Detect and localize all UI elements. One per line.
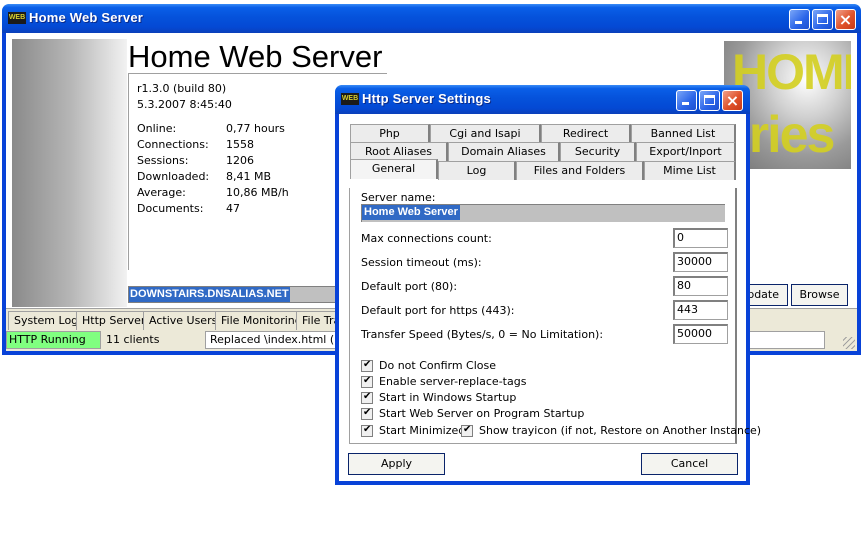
server-name-value: Home Web Server — [362, 205, 460, 220]
tab-banned-list[interactable]: Banned List — [631, 124, 736, 143]
app-heading: Home Web Server — [128, 39, 383, 74]
checkbox-label: Enable server-replace-tags — [379, 375, 527, 388]
minimize-icon — [682, 102, 689, 105]
checkbox-enable-replace-tags[interactable] — [361, 375, 373, 388]
maximize-icon — [704, 95, 715, 105]
datetime-text: 5.3.2007 8:45:40 — [137, 98, 232, 111]
stat-value: 10,86 MB/h — [226, 186, 289, 199]
tab-domain-aliases[interactable]: Domain Aliases — [448, 142, 560, 161]
tab-active-users[interactable]: Active Users — [143, 311, 224, 330]
tab-security[interactable]: Security — [560, 142, 636, 161]
dialog-minimize-button[interactable] — [676, 90, 697, 111]
checkbox-label: Do not Confirm Close — [379, 359, 497, 372]
maximize-button[interactable] — [812, 9, 833, 30]
stat-value: 47 — [226, 202, 240, 215]
stat-label: Downloaded: — [137, 170, 210, 183]
main-window-title: Home Web Server — [29, 10, 144, 25]
minimize-button[interactable] — [789, 9, 810, 30]
session-timeout-input[interactable]: 30000 — [673, 252, 728, 272]
server-name-label: Server name: — [361, 191, 436, 204]
dialog-close-button[interactable]: × — [722, 90, 743, 111]
version-text: r1.3.0 (build 80) — [137, 82, 227, 95]
dialog-titlebar[interactable]: WEB Http Server Settings × — [335, 85, 750, 114]
checkbox-label: Start in Windows Startup — [379, 391, 517, 404]
transfer-speed-input[interactable]: 50000 — [673, 324, 728, 344]
tab-mime-list[interactable]: Mime List — [644, 161, 736, 180]
close-icon: × — [838, 10, 853, 29]
tab-files-folders[interactable]: Files and Folders — [516, 161, 644, 180]
field-label: Transfer Speed (Bytes/s, 0 = No Limitati… — [361, 328, 604, 341]
tab-general[interactable]: General — [350, 159, 438, 179]
cancel-button[interactable]: Cancel — [641, 453, 738, 475]
maximize-icon — [817, 14, 828, 24]
field-label: Session timeout (ms): — [361, 256, 482, 269]
stat-label: Average: — [137, 186, 186, 199]
tab-http-server[interactable]: Http Server — [76, 311, 152, 330]
tab-cgi-isapi[interactable]: Cgi and Isapi — [430, 124, 541, 143]
tab-export-inport[interactable]: Export/Inport — [636, 142, 736, 161]
checkbox-start-on-program-startup[interactable] — [361, 407, 373, 420]
http-settings-dialog: WEB Http Server Settings × Php Cgi and I… — [335, 85, 761, 485]
default-port-input[interactable]: 80 — [673, 276, 728, 296]
stat-label: Documents: — [137, 202, 204, 215]
stat-value: 0,77 hours — [226, 122, 285, 135]
checkbox-label: Show trayicon (if not, Restore on Anothe… — [479, 424, 762, 437]
checkbox-windows-startup[interactable] — [361, 391, 373, 404]
close-button[interactable]: × — [835, 9, 856, 30]
gradient-side-panel — [12, 39, 127, 307]
close-icon: × — [725, 91, 740, 110]
tab-php[interactable]: Php — [350, 124, 430, 143]
browse-button[interactable]: Browse — [791, 284, 848, 306]
dialog-app-icon: WEB — [341, 93, 359, 105]
field-label: Default port for https (443): — [361, 304, 515, 317]
main-titlebar[interactable]: WEB Home Web Server × — [2, 4, 861, 33]
server-status: HTTP Running — [6, 331, 101, 349]
minimize-icon — [795, 21, 802, 24]
dialog-title: Http Server Settings — [362, 91, 491, 106]
stat-value: 1206 — [226, 154, 254, 167]
checkbox-label: Start Minimized, — [379, 424, 469, 437]
checkbox-show-trayicon[interactable] — [461, 424, 473, 437]
tab-log[interactable]: Log — [438, 161, 516, 180]
hostname-text: DOWNSTAIRS.DNSALIAS.NET — [129, 287, 290, 302]
field-label: Max connections count: — [361, 232, 492, 245]
checkbox-do-not-confirm-close[interactable] — [361, 359, 373, 372]
server-name-input[interactable]: Home Web Server — [361, 204, 725, 222]
apply-button[interactable]: Apply — [348, 453, 445, 475]
dialog-client-area: Php Cgi and Isapi Redirect Banned List R… — [339, 114, 761, 481]
stat-label: Online: — [137, 122, 177, 135]
checkbox-start-minimized[interactable] — [361, 424, 373, 437]
https-port-input[interactable]: 443 — [673, 300, 728, 320]
stat-value: 1558 — [226, 138, 254, 151]
tab-file-monitoring[interactable]: File Monitoring — [215, 311, 308, 330]
tab-redirect[interactable]: Redirect — [541, 124, 631, 143]
stat-label: Connections: — [137, 138, 209, 151]
app-icon: WEB — [8, 12, 26, 24]
checkbox-label: Start Web Server on Program Startup — [379, 407, 585, 420]
field-label: Default port (80): — [361, 280, 458, 293]
clients-count: 11 clients — [106, 333, 160, 346]
stat-value: 8,41 MB — [226, 170, 272, 183]
tab-system-log[interactable]: System Log — [8, 311, 85, 330]
resize-grip[interactable] — [843, 337, 855, 349]
dialog-maximize-button[interactable] — [699, 90, 720, 111]
stat-label: Sessions: — [137, 154, 189, 167]
max-connections-input[interactable]: 0 — [673, 228, 728, 248]
